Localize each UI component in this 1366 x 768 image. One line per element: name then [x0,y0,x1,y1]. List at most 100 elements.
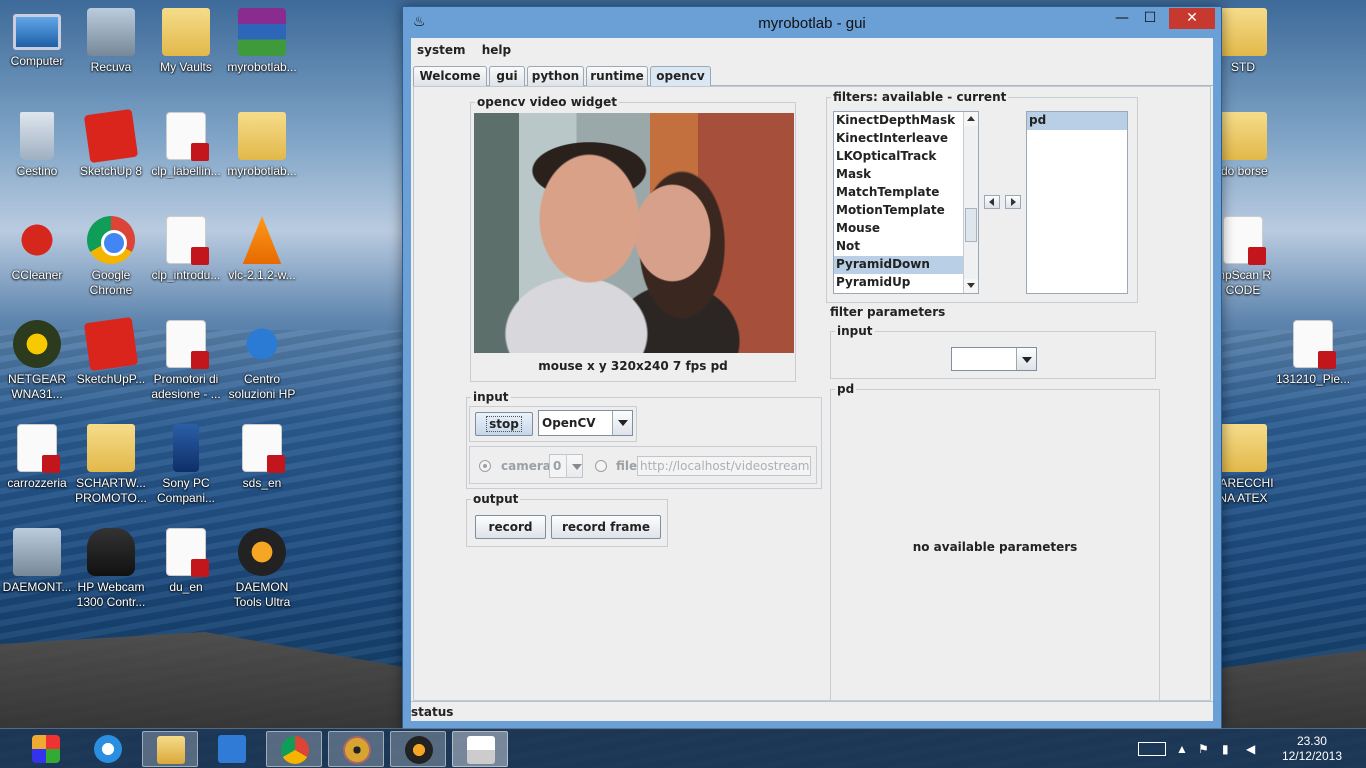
file-label: file [616,459,638,473]
desktop-icon[interactable]: CCleaner [0,216,74,283]
clock-date: 12/12/2013 [1281,749,1342,763]
desktop-icon[interactable]: du_en [149,528,223,595]
available-filters-scrollbar[interactable] [963,112,978,293]
camera-label: camera [501,459,551,473]
taskbar-puzzle-app[interactable] [18,731,74,767]
desktop-icon[interactable]: SketchUpP... [74,316,148,387]
scroll-thumb[interactable] [965,208,977,242]
desktop-icon[interactable]: 131210_Pie... [1276,320,1350,387]
record-frame-button[interactable]: record frame [551,515,661,539]
desktop-icon[interactable]: SketchUp 8 [74,108,148,179]
menu-help[interactable]: help [476,40,517,57]
desktop-icon[interactable]: Centro soluzioni HP [225,320,299,402]
available-filter-item[interactable]: PyramidUp [834,274,963,292]
tab-python[interactable]: python [527,66,584,86]
vlc-icon [242,216,282,264]
close-button[interactable]: ✕ [1169,8,1215,29]
desktop-icon[interactable]: Sony PC Compani... [149,424,223,506]
desktop-icon[interactable]: DAEMONT... [0,528,74,595]
desktop-icon[interactable]: myrobotlab... [225,112,299,179]
volume-icon[interactable]: ◀ [1246,742,1255,756]
filters-group: filters: available - current KinectDepth… [826,90,1138,303]
taskbar-disc-app[interactable] [328,731,384,767]
desktop-icon[interactable]: Cestino [0,112,74,179]
action-center-flag-icon[interactable]: ⚑ [1198,742,1209,756]
file-url-input[interactable]: http://localhost/videostream.cgi [637,456,811,476]
desktop-icon[interactable]: DAEMON Tools Ultra [225,528,299,610]
remove-filter-button[interactable] [984,195,1000,209]
video-frame[interactable] [474,113,794,353]
scroll-down-icon[interactable] [964,279,978,293]
desktop-icon[interactable]: carrozzeria [0,424,74,491]
stop-button[interactable]: stop [475,412,533,436]
stop-button-label: stop [486,416,522,432]
menu-system[interactable]: system [411,40,472,57]
taskbar-internet-explorer[interactable] [80,731,136,767]
desktop-icon[interactable]: Computer [0,8,74,69]
desktop-icon[interactable]: NETGEAR WNA31... [0,320,74,402]
title-bar[interactable]: ♨ myrobotlab - gui — ☐ ✕ [403,7,1221,37]
video-caption: mouse x y 320x240 7 fps pd [538,359,728,373]
desktop-icon-label: myrobotlab... [227,164,297,178]
keyboard-icon[interactable] [1138,742,1166,756]
available-filter-item[interactable]: PyramidDown [834,256,963,274]
add-filter-button[interactable] [1005,195,1021,209]
available-filter-item[interactable]: Mouse [834,220,963,238]
arrow-right-icon [1011,198,1016,206]
available-filters-list[interactable]: KinectDepthMask KinectInterleave LKOptical… [833,111,979,294]
desktop-icon-label: Computer [10,54,64,68]
window-client-area: system help Welcome gui python runtime o… [411,38,1213,721]
available-filter-item[interactable]: MotionTemplate [834,202,963,220]
tab-welcome[interactable]: Welcome [413,66,487,86]
desktop-icon[interactable]: sds_en [225,424,299,491]
desktop-icon[interactable]: SCHARTW... PROMOTO... [74,424,148,506]
available-filter-item[interactable]: LKOpticalTrack [834,148,963,166]
menu-bar: system help [411,40,517,62]
network-signal-icon[interactable]: ▮ [1222,742,1229,756]
maximize-button[interactable]: ☐ [1137,8,1163,29]
current-filters-list[interactable]: pd [1026,111,1128,294]
desktop-icon[interactable]: Recuva [74,8,148,75]
available-filter-item[interactable]: KinectInterleave [834,130,963,148]
minimize-button[interactable]: — [1109,8,1135,29]
file-radio[interactable] [595,460,607,472]
rocket-icon [218,735,246,763]
desktop-icon[interactable]: HP Webcam 1300 Contr... [74,528,148,610]
folder-icon [1219,8,1267,56]
desktop-icon[interactable]: vlc-2.1.2-w... [225,216,299,283]
chevron-down-icon [566,455,582,477]
taskbar-java-app[interactable] [452,731,508,767]
available-filter-item[interactable]: MatchTemplate [834,184,963,202]
tab-runtime[interactable]: runtime [586,66,648,86]
available-filter-item[interactable]: KinectDepthMask [834,112,963,130]
video-widget-title: opencv video widget [475,95,619,109]
desktop-icon[interactable]: clp_labellin... [149,112,223,179]
taskbar-file-explorer[interactable] [142,731,198,767]
taskbar-daemon-tools[interactable] [390,731,446,767]
scroll-up-icon[interactable] [964,112,978,126]
available-filter-item[interactable]: Mask [834,166,963,184]
show-hidden-icons-icon[interactable]: ▲ [1176,742,1188,756]
taskbar-chrome[interactable] [266,731,322,767]
desktop-icon[interactable]: My Vaults [149,8,223,75]
desktop-icon[interactable]: Promotori di adesione - ... [149,320,223,402]
desktop-icon-label: sds_en [242,476,282,490]
tab-opencv[interactable]: opencv [650,66,711,86]
desktop-icon[interactable]: myrobotlab... [225,8,299,75]
parameters-input-select[interactable] [951,347,1037,371]
tab-gui[interactable]: gui [489,66,525,86]
desktop-icon-label: SCHARTW... PROMOTO... [75,476,147,505]
folder-icon [1219,424,1267,472]
clock[interactable]: 23.30 12/12/2013 [1282,734,1342,764]
desktop-icon[interactable]: clp_introdu... [149,216,223,283]
record-button[interactable]: record [475,515,546,539]
desktop-icon[interactable]: Google Chrome [74,216,148,298]
available-filter-item[interactable]: Not [834,238,963,256]
ccleaner-icon [13,216,61,264]
grabber-select[interactable]: OpenCV [538,410,633,436]
camera-radio[interactable] [479,460,491,472]
current-filter-item[interactable]: pd [1027,112,1127,130]
desktop-icon-label: DAEMON Tools Ultra [233,580,291,609]
taskbar-rocket-app[interactable] [204,731,260,767]
camera-index-select[interactable]: 0 [549,454,583,478]
